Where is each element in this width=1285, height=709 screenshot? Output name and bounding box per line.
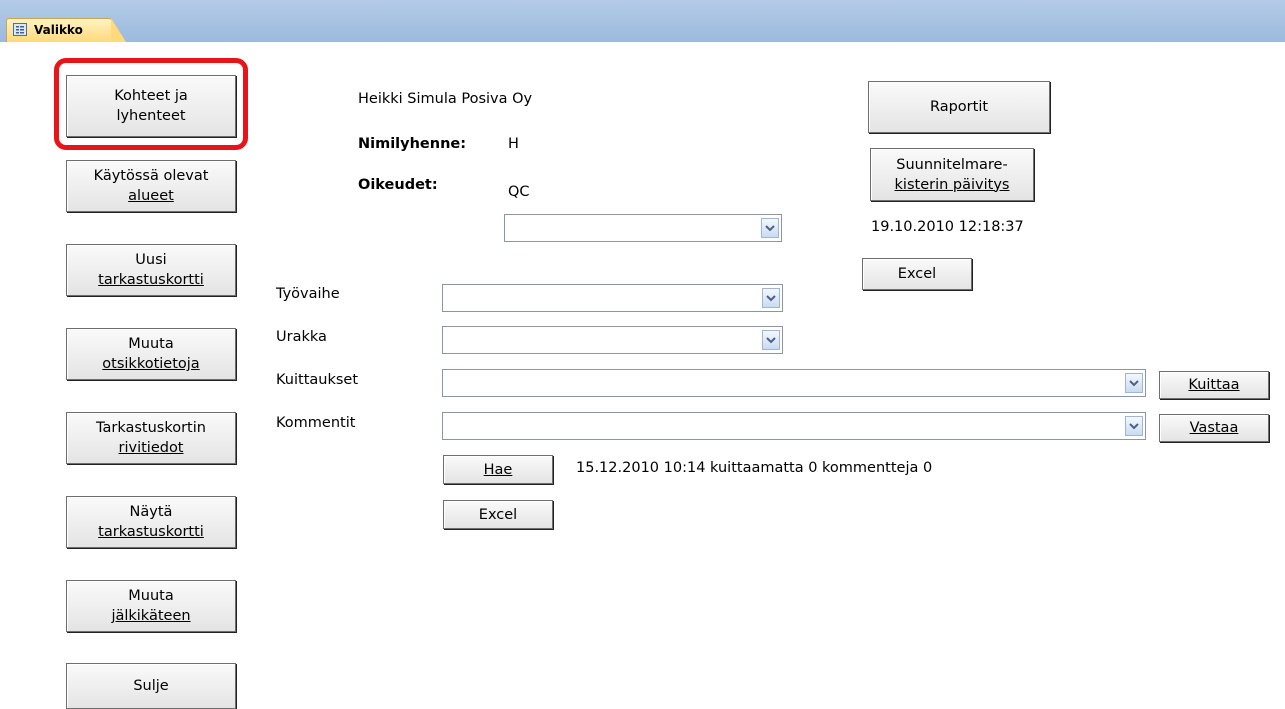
tarkastuskortin-rivitiedot-button[interactable]: Tarkastuskortin rivitiedot — [66, 412, 236, 464]
urakka-label: Urakka — [276, 329, 327, 345]
button-label-line2: otsikkotietoja — [102, 356, 200, 372]
kuittaukset-combobox[interactable] — [442, 369, 1146, 397]
excel-export-button-top[interactable]: Excel — [862, 258, 972, 290]
button-label-line1: Muuta — [128, 336, 174, 352]
button-label: Excel — [897, 266, 937, 282]
button-label: Raportit — [929, 99, 989, 115]
form-icon — [13, 23, 27, 36]
abbrev-value: H — [508, 136, 519, 152]
button-label-line2: jälkikäteen — [111, 608, 191, 624]
tab-label: Valikko — [34, 23, 83, 37]
button-label: Hae — [483, 461, 513, 478]
uusi-tarkastuskortti-button[interactable]: Uusi tarkastuskortti — [66, 244, 236, 296]
user-name-company: Heikki Simula Posiva Oy — [358, 91, 533, 107]
chevron-down-icon[interactable] — [762, 330, 780, 350]
button-label-line1: Tarkastuskortin — [96, 420, 206, 436]
status-text: 15.12.2010 10:14 kuittaamatta 0 kommentt… — [576, 460, 933, 476]
button-label-line1: Näytä — [129, 504, 173, 520]
kaytossa-olevat-alueet-button[interactable]: Käytössä olevat alueet — [66, 160, 236, 212]
button-label-line2: alueet — [128, 188, 174, 204]
kuittaa-button[interactable]: Kuittaa — [1159, 371, 1269, 399]
button-label-line1: Käytössä olevat — [93, 168, 209, 184]
rights-value: QC — [508, 184, 530, 200]
update-timestamp: 19.10.2010 12:18:37 — [871, 219, 1024, 235]
hae-button[interactable]: Hae — [443, 455, 553, 484]
button-label-line1: Muuta — [128, 588, 174, 604]
tyovaihe-combobox[interactable] — [442, 284, 783, 312]
chevron-down-icon[interactable] — [761, 218, 779, 238]
chevron-down-icon[interactable] — [1125, 373, 1143, 393]
nayta-tarkastuskortti-button[interactable]: Näytä tarkastuskortti — [66, 496, 236, 548]
button-label: Excel — [478, 506, 518, 523]
document-tab-bar: Valikko — [0, 0, 1285, 42]
muuta-otsikkotietoja-button[interactable]: Muuta otsikkotietoja — [66, 328, 236, 380]
kommentit-combobox[interactable] — [442, 412, 1146, 440]
vastaa-button[interactable]: Vastaa — [1159, 414, 1269, 442]
urakka-combobox[interactable] — [442, 326, 783, 354]
button-label-line2: tarkastuskortti — [98, 524, 204, 540]
button-label-line1: Uusi — [135, 252, 167, 268]
tyovaihe-label: Työvaihe — [276, 286, 340, 302]
button-label: Vastaa — [1189, 420, 1239, 436]
muuta-jalkikateen-button[interactable]: Muuta jälkikäteen — [66, 580, 236, 632]
excel-export-button-bottom[interactable]: Excel — [443, 500, 553, 529]
suunnitelmarekisterin-paivitys-button[interactable]: Suunnitelmare-kisterin päivitys — [870, 148, 1034, 201]
button-label-line2: rivitiedot — [118, 440, 184, 456]
tab-valikko[interactable]: Valikko — [6, 18, 126, 42]
rights-label: Oikeudet: — [358, 177, 438, 193]
rights-combobox[interactable] — [504, 214, 782, 242]
kommentit-label: Kommentit — [276, 415, 356, 431]
highlight-box — [54, 58, 248, 150]
kuittaukset-label: Kuittaukset — [276, 372, 359, 388]
button-label: Sulje — [133, 678, 169, 694]
button-label: Kuittaa — [1188, 377, 1240, 393]
raportit-button[interactable]: Raportit — [868, 81, 1050, 133]
chevron-down-icon[interactable] — [1125, 416, 1143, 436]
chevron-down-icon[interactable] — [762, 288, 780, 308]
abbrev-label: Nimilyhenne: — [358, 136, 467, 152]
button-label-line1: Suunnitelmare- — [896, 156, 1008, 173]
button-label-line2: kisterin päivitys — [894, 176, 1010, 193]
button-label-line2: tarkastuskortti — [98, 272, 204, 288]
sulje-button[interactable]: Sulje — [66, 663, 236, 709]
